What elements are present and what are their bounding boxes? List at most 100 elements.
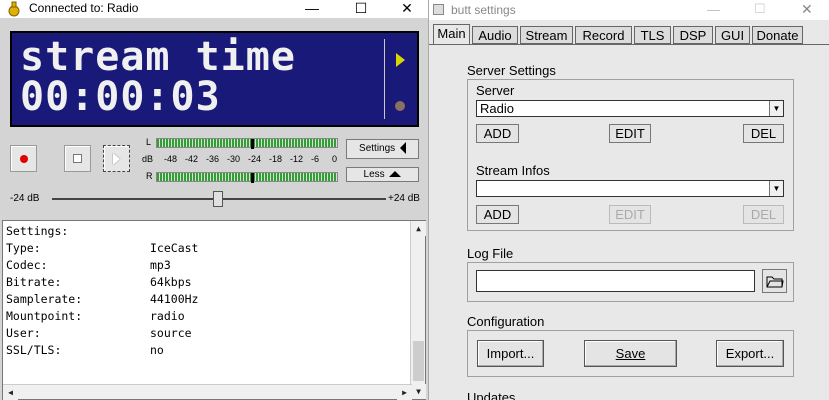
scroll-up-icon[interactable]: ▲ [411, 221, 426, 236]
vu-scale: -48 -42 -36 -30 -24 -18 -12 -6 0 [156, 154, 338, 166]
tab-dsp[interactable]: DSP [673, 26, 713, 44]
tab-tls[interactable]: TLS [634, 26, 671, 44]
info-row: Settings: [3, 223, 411, 240]
info-key: Codec: [6, 258, 48, 272]
tab-stream[interactable]: Stream [520, 26, 573, 44]
less-button[interactable]: Less [346, 167, 419, 182]
less-label: Less [363, 169, 385, 180]
info-value: mp3 [150, 258, 171, 272]
stream-info-textarea[interactable]: Settings: Type: IceCast Codec: mp3 Bitrate: 64… [2, 220, 426, 400]
window-title: Connected to: Radio [29, 1, 139, 15]
butt-app-icon [8, 1, 20, 17]
info-row: Type: IceCast [3, 240, 411, 257]
info-value: 64kbps [150, 275, 192, 289]
vu-scale-tick: -30 [227, 154, 241, 164]
info-row: Mountpoint: radio [3, 308, 411, 325]
vu-left-bar [156, 138, 338, 149]
stop-icon [73, 154, 82, 163]
import-button[interactable]: Import... [477, 340, 544, 367]
tab-donate[interactable]: Donate [752, 26, 803, 44]
info-value: 44100Hz [150, 292, 199, 306]
gain-min-label: -24 dB [10, 193, 40, 204]
info-key: User: [6, 326, 41, 340]
tab-audio[interactable]: Audio [472, 26, 518, 44]
scroll-left-icon[interactable]: ◀ [3, 385, 18, 400]
stream-infos-add-button[interactable]: ADD [476, 205, 519, 224]
stop-button[interactable] [64, 145, 91, 172]
play-button[interactable] [103, 145, 130, 172]
server-select-value: Radio [480, 101, 514, 116]
record-button[interactable] [10, 145, 37, 172]
info-key: Bitrate: [6, 275, 62, 289]
scroll-thumb[interactable] [413, 341, 424, 381]
save-label: Save [615, 346, 646, 361]
vu-left-label: L [146, 137, 152, 147]
configuration-group: Import... Save Export... [467, 330, 794, 377]
info-row: Samplerate: 44100Hz [3, 291, 411, 308]
info-list: Settings: Type: IceCast Codec: mp3 Bitrate: 64… [3, 223, 411, 359]
lcd-line-2: 00:00:03 [20, 74, 221, 120]
info-value: source [150, 326, 192, 340]
log-file-heading: Log File [467, 246, 514, 261]
configuration-heading: Configuration [467, 314, 545, 329]
tab-gui[interactable]: GUI [715, 26, 750, 44]
save-button[interactable]: Save [584, 340, 677, 367]
folder-icon [766, 276, 784, 288]
info-row: Bitrate: 64kbps [3, 274, 411, 291]
info-row: Codec: mp3 [3, 257, 411, 274]
vu-right-peak [251, 173, 254, 183]
vu-scale-tick: -6 [311, 154, 320, 164]
lcd-record-dot-icon [395, 101, 405, 111]
tab-baseline [429, 44, 829, 45]
settings-button[interactable]: Settings [346, 139, 419, 159]
tab-main[interactable]: Main [433, 24, 470, 45]
vu-meter: L dB -48 -42 -36 -30 -24 -18 -12 -6 0 R [140, 137, 338, 185]
vu-db-label: dB [142, 154, 154, 164]
stream-infos-label: Stream Infos [476, 163, 550, 178]
vu-right-bar [156, 172, 338, 183]
settings-tabs: Main Audio Stream Record TLS DSP GUI Donate [429, 0, 829, 46]
log-file-group [467, 262, 794, 302]
minimize-icon[interactable]: — [295, 0, 329, 18]
play-icon [113, 153, 120, 165]
server-del-button[interactable]: DEL [743, 124, 784, 143]
server-edit-button[interactable]: EDIT [609, 124, 651, 143]
browse-folder-button[interactable] [762, 269, 787, 293]
vu-scale-tick: -24 [248, 154, 262, 164]
info-row: SSL/TLS: no [3, 342, 411, 359]
scroll-down-icon[interactable]: ▼ [411, 384, 426, 399]
log-file-input[interactable] [476, 270, 755, 292]
vu-scale-tick: -36 [206, 154, 220, 164]
vu-left-peak [251, 139, 254, 149]
vu-right-label: R [146, 171, 153, 181]
stream-infos-select[interactable]: ▼ [476, 180, 784, 197]
settings-window: butt settings — ☐ ✕ Main Audio Stream Recor… [428, 0, 829, 400]
dropdown-arrow-icon[interactable]: ▼ [769, 181, 783, 196]
scroll-right-icon[interactable]: ▶ [397, 385, 412, 400]
title-bar[interactable]: Connected to: Radio — ☐ ✕ [0, 0, 428, 18]
info-key: Mountpoint: [6, 309, 83, 323]
lcd-display: stream time 00:00:03 [10, 31, 419, 127]
info-value: no [150, 343, 164, 357]
updates-heading: Updates [467, 390, 516, 400]
tab-record[interactable]: Record [575, 26, 632, 44]
vu-scale-tick: -42 [185, 154, 199, 164]
server-label: Server [476, 83, 515, 98]
lcd-next-arrow-icon[interactable] [396, 53, 405, 67]
close-icon[interactable]: ✕ [390, 0, 424, 18]
dropdown-arrow-icon[interactable]: ▼ [769, 101, 783, 116]
info-row: User: source [3, 325, 411, 342]
server-add-button[interactable]: ADD [476, 124, 519, 143]
vu-scale-tick: -48 [164, 154, 178, 164]
lcd-line-1: stream time [20, 34, 296, 80]
vertical-scrollbar[interactable]: ▲ ▼ [410, 221, 426, 399]
horizontal-scrollbar[interactable]: ◀ ▶ [3, 384, 412, 400]
maximize-icon[interactable]: ☐ [344, 0, 378, 18]
export-button[interactable]: Export... [716, 340, 784, 367]
butt-main-window: Connected to: Radio — ☐ ✕ stream time 00… [0, 0, 428, 400]
gain-slider-thumb[interactable] [213, 191, 223, 207]
vu-scale-tick: -12 [290, 154, 304, 164]
server-settings-group: Server Radio ▼ ADD EDIT DEL Stream Infos… [467, 79, 794, 231]
collapse-arrow-icon [399, 142, 406, 155]
server-select[interactable]: Radio ▼ [476, 100, 784, 117]
